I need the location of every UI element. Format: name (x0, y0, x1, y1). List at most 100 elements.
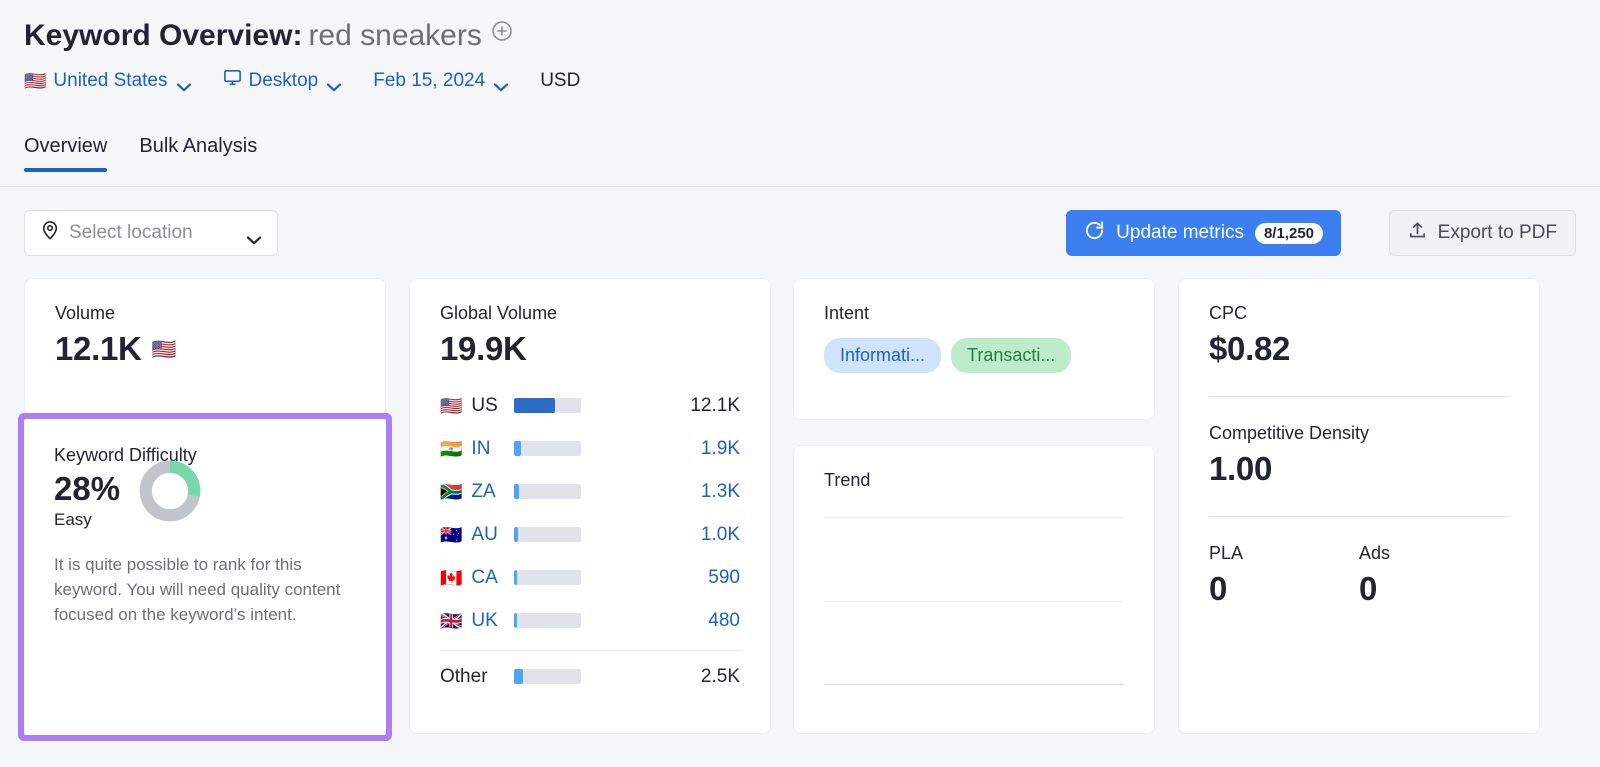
date-filter[interactable]: Feb 15, 2024 (373, 69, 509, 92)
refresh-icon (1084, 220, 1105, 247)
global-volume-card: Global Volume 19.9K 🇺🇸 US 12.1K 🇮🇳 IN 1.9K 🇿🇦 Z… (409, 278, 771, 734)
pla-ads-row: PLA 0 Ads 0 (1209, 543, 1509, 608)
global-volume-country: 🇮🇳 IN (440, 438, 514, 460)
country-code-label: Other (440, 665, 488, 687)
tab-overview[interactable]: Overview (24, 135, 108, 172)
global-volume-country: 🇿🇦 ZA (440, 481, 514, 503)
intent-chip-informational[interactable]: Informati... (824, 338, 942, 373)
cpc-value: $0.82 (1209, 330, 1291, 367)
global-volume-bar (514, 669, 581, 684)
global-volume-bar (514, 613, 581, 628)
global-volume-divider (440, 650, 740, 651)
export-pdf-label: Export to PDF (1437, 222, 1557, 243)
ads-value: 0 (1359, 570, 1378, 607)
us-flag-icon: 🇺🇸 (24, 70, 47, 91)
global-volume-row[interactable]: 🇺🇸 US 12.1K (440, 384, 740, 427)
global-volume-bar (514, 398, 581, 413)
global-volume-value-cell: 1.9K (700, 437, 740, 459)
country-flag-icon: 🇮🇳 (440, 438, 463, 459)
export-pdf-button[interactable]: Export to PDF (1388, 210, 1576, 256)
volume-country-flag-icon: 🇺🇸 (151, 338, 177, 361)
page-title-keyword: red sneakers (308, 19, 482, 52)
tab-bulk-analysis[interactable]: Bulk Analysis (139, 135, 257, 172)
page-title: Keyword Overview: red sneakers (24, 14, 514, 56)
keyword-difficulty-value-row: 28% Easy (54, 460, 356, 530)
page-title-prefix: Keyword Overview: (24, 19, 303, 52)
pla-label: PLA (1209, 543, 1244, 563)
chevron-down-icon (494, 76, 509, 92)
keyword-difficulty-card: Keyword Difficulty 28% Easy It is quite … (18, 413, 392, 741)
keyword-difficulty-value: 28% (54, 470, 121, 507)
plus-circle-icon[interactable] (490, 14, 514, 41)
global-volume-row[interactable]: 🇦🇺 AU 1.0K (440, 513, 740, 556)
device-filter-label: Desktop (248, 69, 319, 91)
chevron-down-icon (176, 76, 191, 92)
country-code-label: US (471, 394, 498, 416)
global-volume-value-cell: 480 (708, 609, 740, 631)
global-volume-value-cell: 2.5K (700, 665, 740, 687)
cpc-card: CPC $0.82 Competitive Density 1.00 PLA 0… (1178, 278, 1540, 734)
desktop-monitor-icon (223, 68, 242, 93)
trend-card: Trend (793, 445, 1155, 734)
country-code-label: IN (471, 437, 491, 459)
global-volume-bar (514, 484, 581, 499)
volume-card: Volume 12.1K 🇺🇸 (24, 278, 386, 417)
device-filter[interactable]: Desktop (223, 68, 342, 93)
global-volume-row[interactable]: Other 2.5K (440, 655, 740, 698)
global-volume-country-list: 🇺🇸 US 12.1K 🇮🇳 IN 1.9K 🇿🇦 ZA 1.3K 🇦🇺 AU 1.0K 🇨🇦 CA 590… (440, 384, 740, 698)
ads-label: Ads (1359, 543, 1391, 563)
tab-bar: Overview Bulk Analysis (24, 135, 289, 172)
volume-value-row: 12.1K 🇺🇸 (55, 330, 355, 368)
ads-metric: Ads 0 (1359, 543, 1509, 608)
pla-value: 0 (1209, 570, 1228, 607)
chart-bars (824, 517, 1124, 684)
location-select[interactable]: Select location (24, 210, 278, 256)
tab-overview-label: Overview (24, 135, 108, 157)
upload-icon (1408, 221, 1427, 246)
global-volume-row[interactable]: 🇿🇦 ZA 1.3K (440, 470, 740, 513)
cpc-divider (1209, 396, 1509, 397)
trend-label: Trend (824, 470, 871, 490)
country-code-label: CA (471, 566, 498, 588)
update-metrics-count: 8/1,250 (1254, 222, 1323, 244)
trend-bar-chart (824, 517, 1124, 685)
keyword-difficulty-description: It is quite possible to rank for this ke… (54, 555, 341, 624)
chevron-down-icon (327, 76, 342, 92)
keyword-difficulty-donut-chart (138, 459, 202, 528)
global-volume-bar (514, 527, 581, 542)
chevron-down-icon (246, 229, 262, 244)
global-volume-bar (514, 441, 581, 456)
global-volume-country: 🇺🇸 US (440, 395, 514, 417)
intent-chip-transactional[interactable]: Transacti... (951, 338, 1072, 373)
global-volume-value-cell: 1.3K (700, 480, 740, 502)
country-flag-icon: 🇨🇦 (440, 567, 463, 588)
country-filter[interactable]: 🇺🇸 United States (24, 70, 191, 92)
date-filter-label: Feb 15, 2024 (373, 69, 486, 91)
country-code-label: UK (471, 609, 498, 631)
keyword-difficulty-label: Keyword Difficulty (54, 445, 197, 465)
global-volume-country: 🇬🇧 UK (440, 610, 514, 632)
intent-card: Intent Informati... Transacti... (793, 278, 1155, 420)
global-volume-value-cell: 12.1K (690, 394, 740, 416)
country-flag-icon: 🇺🇸 (440, 395, 463, 416)
keyword-difficulty-level: Easy (54, 510, 92, 529)
tab-divider (0, 186, 1600, 187)
global-volume-country: Other (440, 666, 514, 688)
country-filter-label: United States (53, 69, 168, 91)
country-flag-icon: 🇦🇺 (440, 524, 463, 545)
location-placeholder: Select location (69, 222, 193, 243)
chart-axis-line (824, 684, 1124, 685)
global-volume-row[interactable]: 🇮🇳 IN 1.9K (440, 427, 740, 470)
volume-label: Volume (55, 303, 116, 323)
global-volume-country: 🇨🇦 CA (440, 567, 514, 589)
currency-value: USD (540, 69, 581, 91)
tab-bulk-analysis-label: Bulk Analysis (139, 135, 258, 157)
competitive-density-divider (1209, 516, 1509, 517)
global-volume-row[interactable]: 🇨🇦 CA 590 (440, 556, 740, 599)
global-volume-row[interactable]: 🇬🇧 UK 480 (440, 599, 740, 642)
global-volume-label: Global Volume (440, 303, 558, 323)
update-metrics-button[interactable]: Update metrics 8/1,250 (1066, 210, 1341, 256)
global-volume-value: 19.9K (440, 330, 527, 367)
map-pin-icon (41, 220, 59, 246)
country-code-label: ZA (471, 480, 496, 502)
